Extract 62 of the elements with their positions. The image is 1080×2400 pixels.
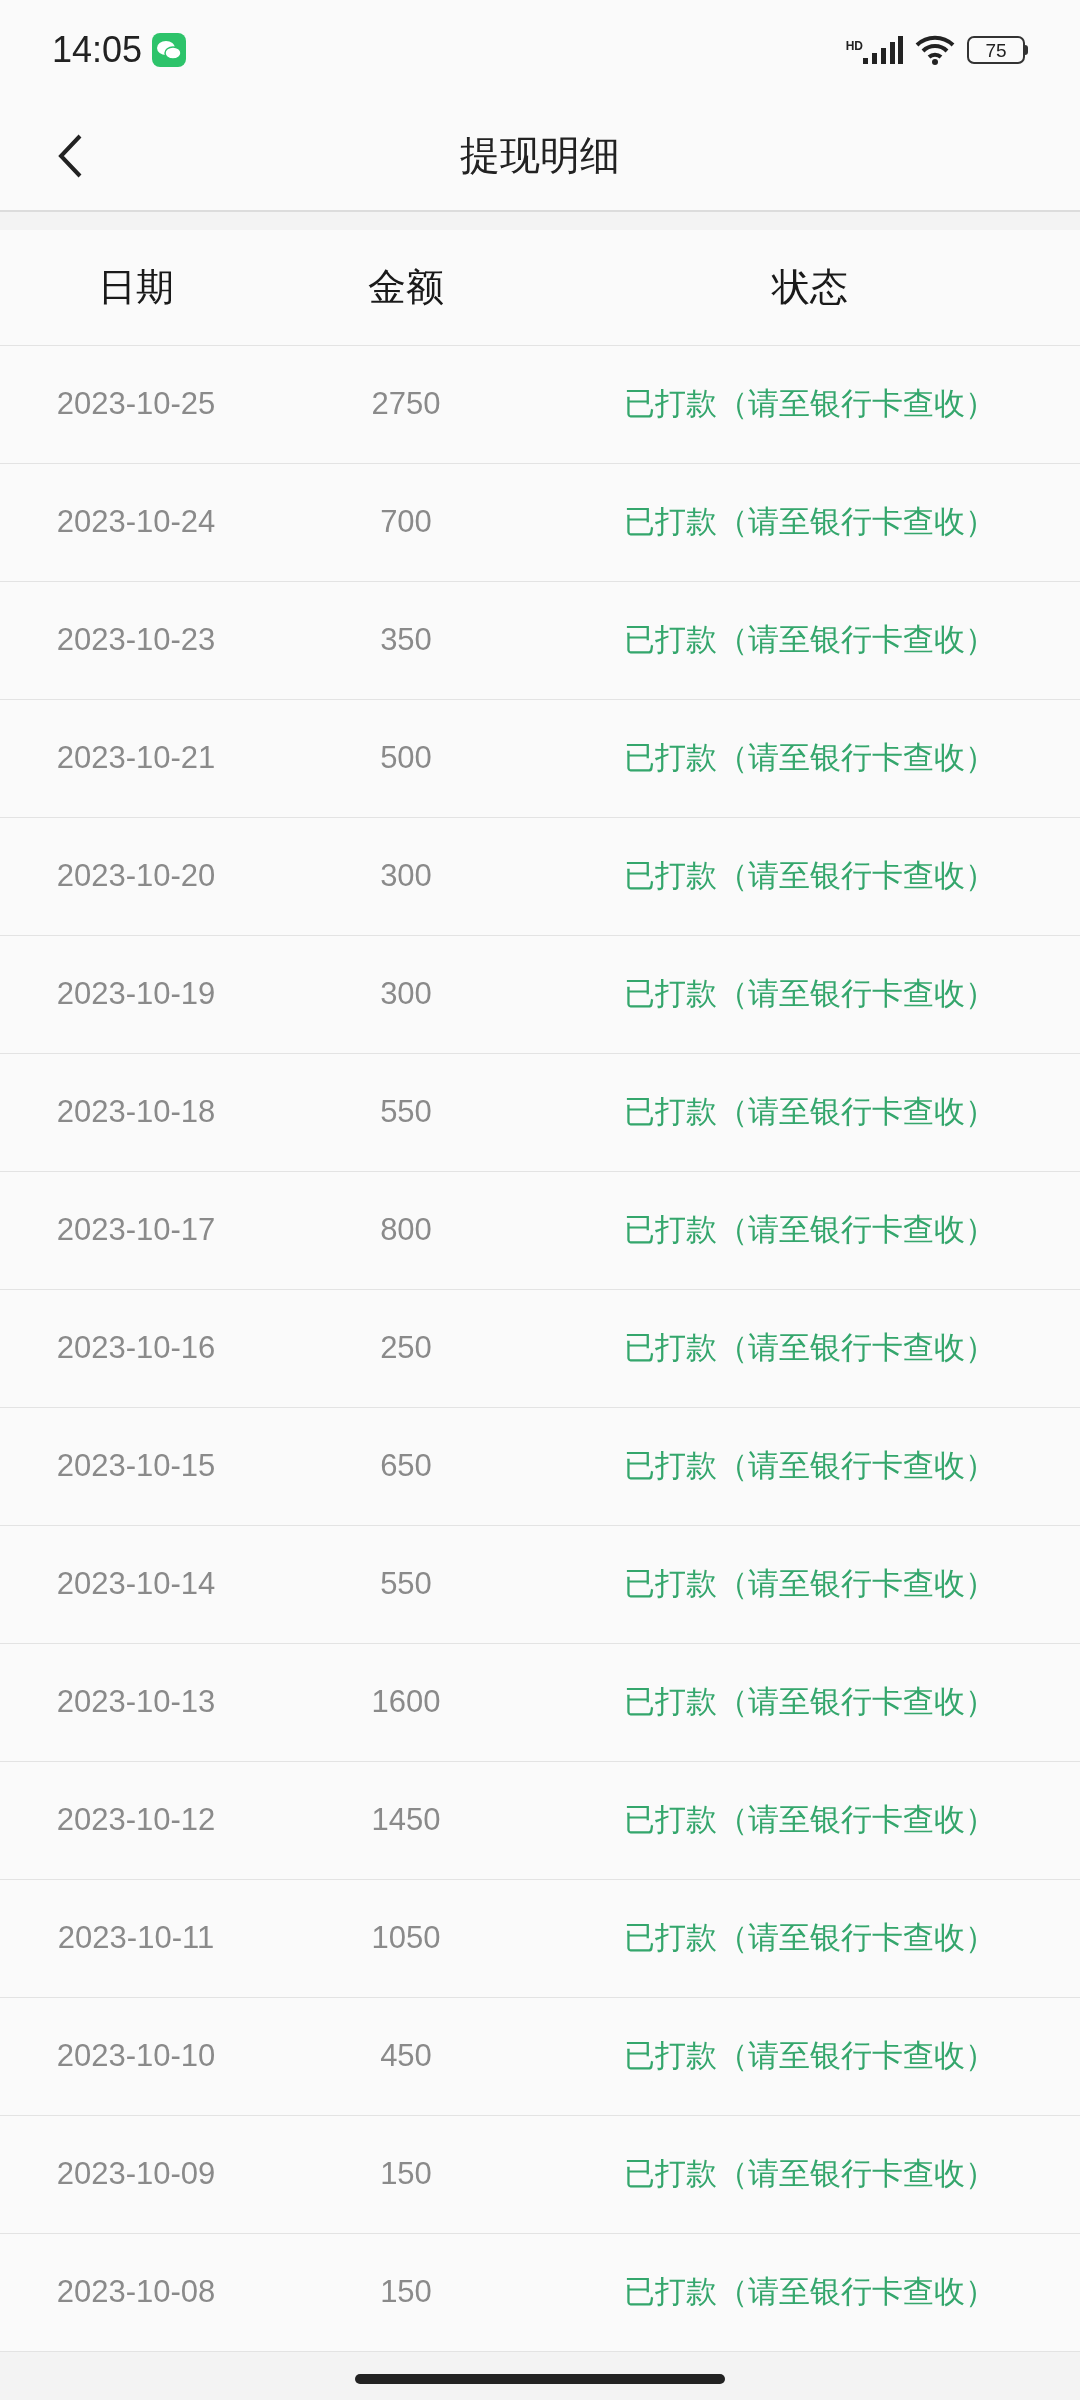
amount-cell-text: 350 xyxy=(380,621,432,660)
date-cell-text: 2023-10-24 xyxy=(56,503,216,542)
status-cell-text: 已打款（请至银行卡查收） xyxy=(624,857,996,896)
signal-icon xyxy=(863,36,903,64)
amount-cell-text: 650 xyxy=(380,1447,432,1486)
network-label: HD xyxy=(845,38,863,55)
status-cell-text: 已打款（请至银行卡查收） xyxy=(624,739,996,778)
amount-cell-text: 550 xyxy=(380,1093,432,1132)
status-cell-text: 已打款（请至银行卡查收） xyxy=(624,1565,996,1604)
wifi-icon xyxy=(915,35,955,65)
column-header: 日期 xyxy=(98,265,174,310)
date-cell-text: 2023-10-14 xyxy=(56,1565,216,1604)
amount-cell-text: 300 xyxy=(380,857,432,896)
status-time: 14:05 xyxy=(52,28,143,72)
status-cell-text: 已打款（请至银行卡查收） xyxy=(624,1447,996,1486)
status-cell-text: 已打款（请至银行卡查收） xyxy=(624,2155,996,2194)
date-cell-text: 2023-10-18 xyxy=(56,1093,216,1132)
amount-cell-text: 250 xyxy=(380,1329,432,1368)
amount-cell-text: 2750 xyxy=(371,385,441,424)
amount-cell-text: 1450 xyxy=(371,1801,441,1840)
column-header: 金额 xyxy=(368,265,444,310)
status-cell-text: 已打款（请至银行卡查收） xyxy=(624,1329,996,1368)
date-cell-text: 2023-10-10 xyxy=(56,2037,216,2076)
date-cell-text: 2023-10-15 xyxy=(56,1447,216,1486)
amount-cell-text: 150 xyxy=(380,2273,432,2312)
date-cell-text: 2023-10-09 xyxy=(56,2155,216,2194)
date-cell-text: 2023-10-12 xyxy=(56,1801,216,1840)
status-cell-text: 已打款（请至银行卡查收） xyxy=(624,385,996,424)
status-cell-text: 已打款（请至银行卡查收） xyxy=(624,2273,996,2312)
status-cell-text: 已打款（请至银行卡查收） xyxy=(624,2037,996,2076)
status-cell-text: 已打款（请至银行卡查收） xyxy=(624,1093,996,1132)
back-icon xyxy=(57,133,83,179)
date-cell-text: 2023-10-20 xyxy=(56,857,216,896)
amount-cell-text: 800 xyxy=(380,1211,432,1250)
date-cell-text: 2023-10-25 xyxy=(56,385,216,424)
chat-app-icon xyxy=(152,33,187,67)
amount-cell-text: 450 xyxy=(380,2037,432,2076)
status-cell-text: 已打款（请至银行卡查收） xyxy=(624,1683,996,1722)
status-cell-text: 已打款（请至银行卡查收） xyxy=(624,1801,996,1840)
date-cell-text: 2023-10-17 xyxy=(56,1211,216,1250)
date-cell-text: 2023-10-19 xyxy=(56,975,216,1014)
amount-cell-text: 550 xyxy=(380,1565,432,1604)
amount-cell-text: 150 xyxy=(380,2155,432,2194)
date-cell-text: 2023-10-08 xyxy=(56,2273,216,2312)
battery-indicator: 75 xyxy=(967,36,1028,64)
amount-cell-text: 1600 xyxy=(371,1683,441,1722)
status-cell-text: 已打款（请至银行卡查收） xyxy=(624,1919,996,1958)
date-cell-text: 2023-10-23 xyxy=(56,621,216,660)
date-cell-text: 2023-10-16 xyxy=(56,1329,216,1368)
date-cell-text: 2023-10-11 xyxy=(57,1919,215,1958)
amount-cell-text: 1050 xyxy=(371,1919,441,1958)
status-cell-text: 已打款（请至银行卡查收） xyxy=(624,621,996,660)
status-cell-text: 已打款（请至银行卡查收） xyxy=(624,503,996,542)
amount-cell-text: 700 xyxy=(380,503,432,542)
status-cell-text: 已打款（请至银行卡查收） xyxy=(624,975,996,1014)
amount-cell-text: 500 xyxy=(380,739,432,778)
page-title: 提现明细 xyxy=(460,132,620,179)
status-cell-text: 已打款（请至银行卡查收） xyxy=(624,1211,996,1250)
column-header: 状态 xyxy=(772,265,848,310)
date-cell-text: 2023-10-21 xyxy=(56,739,216,778)
date-cell-text: 2023-10-13 xyxy=(56,1683,216,1722)
amount-cell-text: 300 xyxy=(380,975,432,1014)
